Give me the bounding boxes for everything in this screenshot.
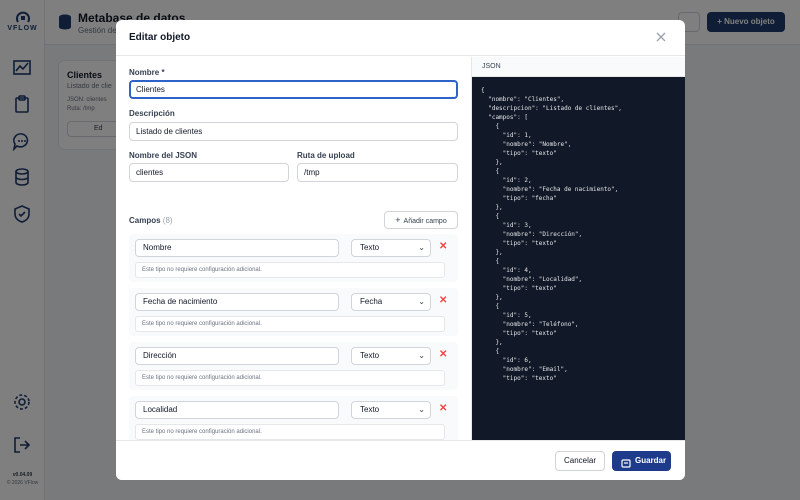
json-line: "campos": [ [481, 114, 528, 121]
field-type-select[interactable]: Texto ⌄ [351, 239, 431, 257]
json-line: { [481, 258, 500, 265]
json-line: "tipo": "texto" [481, 375, 557, 382]
field-config-note: Este tipo no requiere configuración adic… [135, 262, 445, 278]
json-line: "nombre": "Clientes", [481, 96, 565, 103]
field-name-input[interactable]: Dirección [135, 347, 339, 365]
json-name-input[interactable]: clientes [129, 163, 289, 182]
json-line: { [481, 168, 500, 175]
add-field-label: Añadir campo [403, 218, 447, 225]
json-line: "id": 2, [481, 177, 532, 184]
field-name-input[interactable]: Localidad [135, 401, 339, 419]
modal-header: Editar objeto [116, 20, 685, 56]
delete-icon[interactable]: ✕ [439, 349, 447, 360]
modal-footer: Cancelar Guardar [116, 440, 685, 480]
json-line: { [481, 348, 500, 355]
json-line: "tipo": "texto" [481, 285, 557, 292]
field-type-value: Texto [360, 243, 380, 252]
save-label: Guardar [635, 456, 667, 465]
json-line: "nombre": "Nombre", [481, 141, 572, 148]
json-line: { [481, 87, 485, 94]
chevron-down-icon: ⌄ [418, 405, 425, 414]
fields-count: (8) [162, 216, 173, 225]
save-button[interactable]: Guardar [612, 451, 671, 471]
json-line: { [481, 303, 500, 310]
field-type-select[interactable]: Fecha ⌄ [351, 293, 431, 311]
json-name-label: Nombre del JSON [129, 151, 198, 160]
json-line: { [481, 213, 500, 220]
field-name-input[interactable]: Fecha de nacimiento [135, 293, 339, 311]
json-line: "nombre": "Teléfono", [481, 321, 579, 328]
json-line: "id": 4, [481, 267, 532, 274]
field-config-note: Este tipo no requiere configuración adic… [135, 370, 445, 386]
fields-label: Campos (8) [129, 216, 173, 225]
field-name-input[interactable]: Nombre [135, 239, 339, 257]
delete-icon[interactable]: ✕ [439, 241, 447, 252]
field-type-select[interactable]: Texto ⌄ [351, 347, 431, 365]
delete-icon[interactable]: ✕ [439, 403, 447, 414]
upload-route-input[interactable]: /tmp [297, 163, 458, 182]
delete-icon[interactable]: ✕ [439, 295, 447, 306]
json-line: "nombre": "Fecha de nacimiento", [481, 186, 619, 193]
json-line: }, [481, 339, 503, 346]
field-config-note: Este tipo no requiere configuración adic… [135, 316, 445, 332]
field-row: Nombre Texto ⌄ ✕ Este tipo no requiere co… [129, 234, 458, 282]
json-line: }, [481, 249, 503, 256]
add-field-button[interactable]: + Añadir campo [384, 211, 458, 229]
field-config-note: Este tipo no requiere configuración adic… [135, 424, 445, 440]
field-type-value: Fecha [360, 297, 383, 306]
json-panel-title: JSON [472, 57, 685, 77]
upload-route-label: Ruta de upload [297, 151, 355, 160]
json-line: "id": 6, [481, 357, 532, 364]
json-line: "id": 5, [481, 312, 532, 319]
field-type-select[interactable]: Texto ⌄ [351, 401, 431, 419]
json-line: "tipo": "texto" [481, 150, 557, 157]
json-preview-panel: JSON { "nombre": "Clientes", "descripcio… [471, 57, 685, 440]
json-line: "id": 1, [481, 132, 532, 139]
json-line: }, [481, 159, 503, 166]
name-label: Nombre * [129, 68, 165, 77]
chevron-down-icon: ⌄ [418, 297, 425, 306]
json-line: "descripcion": "Listado de clientes", [481, 105, 622, 112]
modal-title: Editar objeto [129, 32, 191, 43]
json-line: "nombre": "Email", [481, 366, 568, 373]
json-preview-code[interactable]: { "nombre": "Clientes", "descripcion": "… [472, 77, 685, 440]
save-icon [621, 456, 631, 468]
json-line: "tipo": "fecha" [481, 195, 557, 202]
chevron-down-icon: ⌄ [418, 243, 425, 252]
plus-icon: + [395, 215, 401, 225]
field-type-value: Texto [360, 405, 380, 414]
field-row: Fecha de nacimiento Fecha ⌄ ✕ Este tipo n… [129, 288, 458, 336]
field-type-value: Texto [360, 351, 380, 360]
cancel-button[interactable]: Cancelar [555, 451, 605, 471]
json-line: }, [481, 204, 503, 211]
fields-label-text: Campos [129, 216, 161, 225]
json-line: "nombre": "Dirección", [481, 231, 583, 238]
json-line: "id": 3, [481, 222, 532, 229]
chevron-down-icon: ⌄ [418, 351, 425, 360]
close-icon[interactable] [654, 30, 668, 44]
json-line: "tipo": "texto" [481, 240, 557, 247]
name-input[interactable]: Clientes [129, 80, 458, 99]
description-input[interactable]: Listado de clientes [129, 122, 458, 141]
object-form: Nombre * Clientes Descripción Listado de… [116, 57, 471, 440]
field-row: Dirección Texto ⌄ ✕ Este tipo no requiere… [129, 342, 458, 390]
edit-object-modal: Editar objeto Nombre * Clientes Descripc… [116, 20, 685, 480]
description-label: Descripción [129, 109, 175, 118]
field-row: Localidad Texto ⌄ ✕ Este tipo no requiere… [129, 396, 458, 440]
json-line: "tipo": "texto" [481, 330, 557, 337]
json-line: }, [481, 294, 503, 301]
json-line: { [481, 123, 500, 130]
json-line: "nombre": "Localidad", [481, 276, 583, 283]
